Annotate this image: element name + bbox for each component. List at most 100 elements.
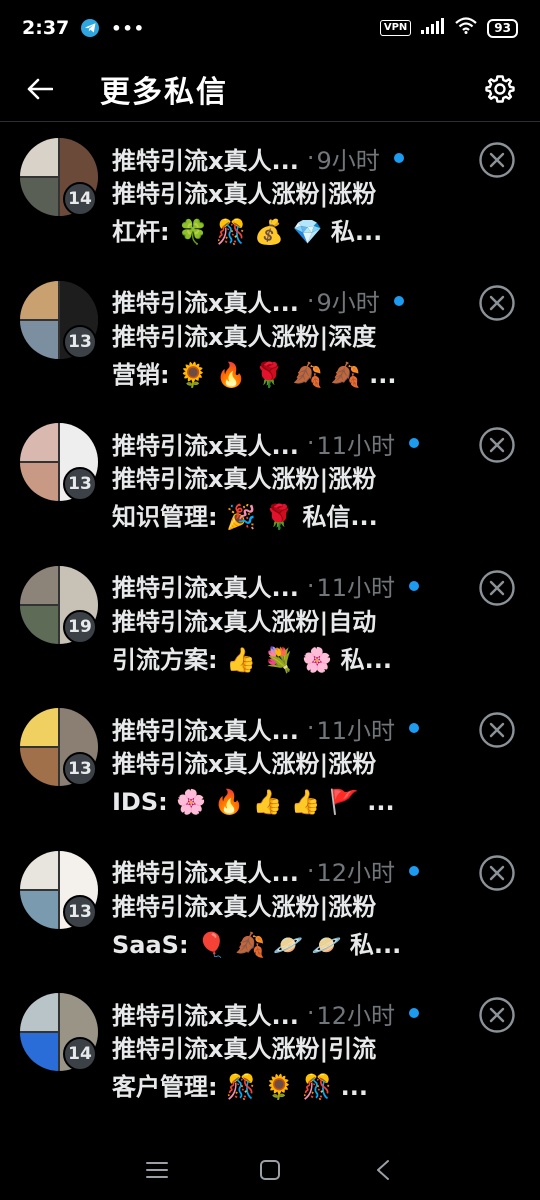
avatar-tile: [20, 748, 58, 786]
message-preview-line2: IDS: 🌸 🔥 👍 👍 🚩 ...: [112, 788, 395, 816]
avatar-tile: [20, 423, 58, 461]
close-circle-icon: [479, 997, 515, 1033]
sender-name: 推特引流x真人...: [112, 1001, 299, 1030]
unread-indicator: [409, 580, 420, 591]
avatar-tile: [20, 708, 58, 746]
back-chevron-icon: [377, 1160, 390, 1180]
unread-indicator: [393, 295, 404, 306]
message-preview-line2: 营销: 🌻 🔥 🌹 🍂 🍂 ...: [112, 360, 397, 389]
message-preview-line1: 推特引流x真人涨粉|自动: [112, 607, 377, 636]
status-bar: 2:37 ••• VPN 93: [0, 0, 540, 56]
arrow-left-icon: [27, 78, 53, 99]
avatar-tile: [20, 178, 58, 216]
message-preview-line1: 推特引流x真人涨粉|涨粉: [112, 465, 377, 493]
avatar-tile: [20, 890, 58, 929]
telegram-icon: [81, 19, 100, 37]
close-circle-icon: [479, 427, 515, 463]
close-circle-icon: [479, 284, 515, 321]
message-preview-line1: 推特引流x真人涨粉|涨粉: [112, 892, 377, 921]
recents-button[interactable]: [137, 1150, 177, 1190]
message-preview-line2: 引流方案: 👍 💐 🌸 私...: [112, 645, 393, 674]
signal-icon: [421, 17, 445, 39]
unread-indicator: [409, 865, 420, 876]
dismiss-button[interactable]: [477, 710, 517, 750]
home-square-icon: [259, 1160, 280, 1180]
separator: ·: [306, 714, 315, 742]
sender-name: 推特引流x真人...: [112, 146, 299, 175]
timestamp: 11小时: [316, 716, 396, 745]
unread-indicator: [409, 438, 420, 448]
message-preview-line1: 推特引流x真人涨粉|深度: [112, 322, 377, 351]
menu-icon: [145, 1162, 168, 1178]
unread-indicator: [409, 723, 420, 733]
close-circle-icon: [479, 569, 515, 606]
close-circle-icon: [479, 142, 515, 178]
member-count-badge: 14: [63, 1037, 97, 1071]
separator: ·: [306, 429, 315, 457]
separator: ·: [306, 999, 315, 1027]
more-dots-icon: •••: [111, 18, 145, 38]
conversation-item[interactable]: 13 推特引流x真人... · 12小时 推特引流x真人涨粉|涨粉 SaaS: …: [0, 836, 540, 979]
gear-icon: [485, 74, 515, 103]
dismiss-button[interactable]: [477, 853, 517, 893]
back-button[interactable]: [24, 73, 56, 105]
home-button[interactable]: [250, 1150, 290, 1190]
timestamp: 11小时: [316, 574, 396, 602]
unread-indicator: [393, 153, 404, 163]
header: 更多私信: [0, 56, 540, 122]
conversation-item[interactable]: 14 推特引流x真人... · 9小时 推特引流x真人涨粉|涨粉 杠杆: 🍀 🎊…: [0, 123, 540, 266]
conversation-item[interactable]: 13 推特引流x真人... · 11小时 推特引流x真人涨粉|涨粉 知识管理: …: [0, 408, 540, 551]
message-preview-line1: 推特引流x真人涨粉|涨粉: [112, 750, 377, 778]
separator: ·: [306, 144, 315, 172]
timestamp: 9小时: [316, 289, 380, 317]
dismiss-button[interactable]: [477, 283, 517, 323]
member-count-badge: 13: [63, 324, 97, 359]
avatar-tile: [20, 138, 58, 176]
member-count-badge: 14: [63, 182, 97, 216]
avatar-tile: [20, 565, 58, 604]
member-count-badge: 13: [63, 894, 97, 929]
message-preview-line2: SaaS: 🎈 🍂 🪐 🪐 私...: [112, 930, 402, 959]
member-count-badge: 13: [63, 752, 97, 786]
dismiss-button[interactable]: [477, 995, 517, 1035]
sender-name: 推特引流x真人...: [112, 859, 299, 887]
avatar-tile: [20, 320, 58, 359]
conversation-item[interactable]: 19 推特引流x真人... · 11小时 推特引流x真人涨粉|自动 引流方案: …: [0, 551, 540, 694]
dismiss-button[interactable]: [477, 568, 517, 608]
member-count-badge: 13: [63, 467, 97, 501]
separator: ·: [306, 571, 315, 600]
conversation-item[interactable]: 13 推特引流x真人... · 11小时 推特引流x真人涨粉|涨粉 IDS: 🌸…: [0, 693, 540, 836]
avatar-tile: [20, 463, 58, 501]
dismiss-button[interactable]: [477, 425, 517, 465]
timestamp: 9小时: [316, 146, 380, 175]
separator: ·: [306, 286, 315, 315]
close-circle-icon: [479, 712, 515, 748]
dismiss-button[interactable]: [477, 140, 517, 180]
message-preview-line1: 推特引流x真人涨粉|引流: [112, 1035, 377, 1063]
system-back-button[interactable]: [363, 1150, 403, 1190]
sender-name: 推特引流x真人...: [112, 431, 299, 460]
vpn-badge: VPN: [379, 20, 412, 36]
system-nav-bar: [0, 1140, 540, 1200]
timestamp: 12小时: [316, 859, 396, 887]
avatar-tile: [20, 280, 58, 319]
conversation-item[interactable]: 14 推特引流x真人... · 12小时 推特引流x真人涨粉|引流 客户管理: …: [0, 978, 540, 1121]
battery-icon: 93: [487, 18, 518, 38]
timestamp: 11小时: [316, 431, 396, 460]
conversation-item[interactable]: 13 推特引流x真人... · 9小时 推特引流x真人涨粉|深度 营销: 🌻 🔥…: [0, 266, 540, 409]
sender-name: 推特引流x真人...: [112, 289, 299, 317]
settings-button[interactable]: [484, 73, 516, 105]
separator: ·: [306, 856, 315, 885]
timestamp: 12小时: [316, 1001, 396, 1030]
message-preview-line2: 客户管理: 🎊 🌻 🎊 ...: [112, 1073, 369, 1101]
wifi-icon: [455, 17, 478, 39]
avatar-tile: [20, 1033, 58, 1071]
message-preview-line2: 知识管理: 🎉 🌹 私信...: [112, 503, 378, 531]
close-circle-icon: [479, 854, 515, 891]
conversation-list: 14 推特引流x真人... · 9小时 推特引流x真人涨粉|涨粉 杠杆: 🍀 🎊…: [0, 123, 540, 1121]
sender-name: 推特引流x真人...: [112, 716, 299, 745]
message-preview-line2: 杠杆: 🍀 🎊 💰 💎 私...: [112, 218, 383, 246]
avatar-tile: [20, 850, 58, 889]
member-count-badge: 19: [63, 609, 97, 644]
avatar-tile: [20, 993, 58, 1031]
